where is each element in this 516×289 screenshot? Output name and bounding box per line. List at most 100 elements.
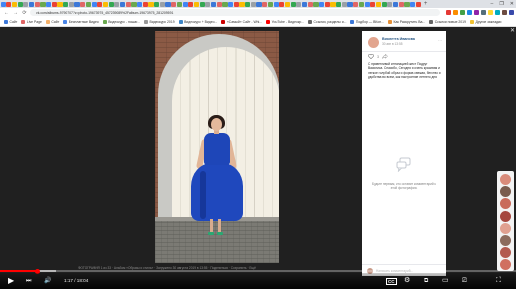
browser-tab[interactable] [188, 1, 194, 7]
browser-tab[interactable] [91, 1, 97, 7]
extension-icon[interactable] [460, 10, 465, 15]
browser-tab[interactable] [364, 1, 370, 7]
chat-head-avatar[interactable] [499, 174, 511, 185]
bookmark-item[interactable]: Видеокурс 2019 [143, 19, 175, 24]
author-avatar[interactable] [368, 37, 379, 48]
theater-mode-icon[interactable]: ▭ [442, 275, 449, 287]
browser-tab[interactable] [387, 1, 393, 7]
browser-tab[interactable] [108, 1, 114, 7]
url-field[interactable]: vk.com/albums-9790707?z=photo-19673975_4… [30, 9, 440, 16]
chat-head-avatar[interactable] [499, 186, 511, 198]
bookmark-item[interactable]: Ссылки новые 2019 [429, 19, 466, 24]
browser-tab[interactable] [97, 1, 103, 7]
bookmark-item[interactable]: «Самый» Сайт - Whi... [221, 19, 262, 24]
browser-tab[interactable] [353, 1, 359, 7]
photo[interactable] [155, 31, 279, 263]
bookmark-item[interactable]: Сайт [45, 19, 59, 24]
browser-tab[interactable] [256, 1, 262, 7]
browser-tab[interactable] [228, 1, 234, 7]
reload-icon[interactable]: ⟳ [22, 10, 27, 16]
browser-tab[interactable] [131, 1, 137, 7]
browser-tab[interactable] [176, 1, 182, 7]
browser-tab[interactable] [273, 1, 279, 7]
browser-tab[interactable] [57, 1, 63, 7]
play-icon[interactable]: ▶ [8, 275, 14, 287]
browser-tab[interactable] [222, 1, 228, 7]
browser-tab[interactable] [102, 1, 109, 7]
browser-tab[interactable] [319, 1, 325, 7]
browser-tab[interactable] [28, 1, 35, 7]
more-menu-icon[interactable]: ··· [438, 38, 442, 43]
browser-tab[interactable] [250, 1, 256, 7]
bookmark-item[interactable]: Live Page [21, 19, 42, 24]
chat-head-avatar[interactable] [499, 247, 511, 259]
browser-tab[interactable] [74, 1, 80, 7]
browser-tab[interactable] [336, 1, 342, 7]
browser-tab[interactable] [11, 1, 18, 7]
browser-tab[interactable] [23, 1, 29, 7]
bookmark-item[interactable]: Видеокурс - пошаг... [102, 19, 140, 24]
cc-icon[interactable]: CC [386, 278, 397, 285]
browser-tab[interactable] [307, 1, 313, 7]
extension-icon[interactable] [502, 10, 507, 15]
browser-tab[interactable] [233, 1, 239, 7]
extension-icon[interactable] [474, 10, 479, 15]
browser-tab[interactable] [262, 1, 268, 7]
cast-icon[interactable]: ⎚ [462, 275, 467, 287]
browser-tab[interactable] [171, 1, 177, 7]
extension-icon[interactable] [481, 10, 486, 15]
browser-tab[interactable] [51, 1, 57, 7]
post-date[interactable]: 30 авг в 13:55 [382, 42, 403, 46]
browser-tab[interactable] [375, 1, 382, 7]
browser-tab[interactable] [210, 1, 217, 7]
bookmark-item[interactable]: YouTube - Видеокр... [266, 19, 304, 24]
bookmark-item[interactable]: Видеокурс + Видео... [178, 19, 217, 24]
close-window-button[interactable]: ✕ [510, 1, 514, 7]
browser-tab[interactable] [415, 1, 421, 7]
browser-tab[interactable] [330, 1, 336, 7]
chat-head-avatar[interactable] [499, 235, 511, 246]
browser-tab[interactable] [154, 1, 160, 7]
extension-icon[interactable] [453, 10, 458, 15]
browser-tab[interactable] [125, 1, 131, 7]
browser-tab[interactable] [347, 1, 353, 7]
browser-tab[interactable] [6, 1, 12, 7]
minimize-button[interactable]: – [491, 1, 494, 7]
fullscreen-icon[interactable]: ⛶ [496, 275, 501, 287]
maximize-button[interactable]: ❐ [499, 1, 503, 7]
browser-tab[interactable] [284, 1, 291, 7]
settings-icon[interactable]: ⚙ [404, 275, 410, 287]
browser-tab[interactable] [290, 1, 296, 7]
bookmark-item[interactable]: Ссылки, разделы и... [308, 19, 346, 24]
extension-icon[interactable] [495, 10, 500, 15]
share-icon[interactable] [382, 54, 388, 59]
browser-tab[interactable] [381, 1, 387, 7]
browser-tab[interactable] [159, 1, 165, 7]
browser-tab[interactable] [17, 1, 23, 7]
bookmark-item[interactable]: Подбор — ВКон... [350, 19, 384, 24]
bookmark-item[interactable]: Бесплатные Видео [63, 19, 99, 24]
chat-head-avatar[interactable] [499, 198, 511, 210]
browser-tab[interactable] [119, 1, 126, 7]
browser-tab[interactable] [34, 1, 40, 7]
new-tab-button[interactable]: + [424, 1, 428, 7]
miniplayer-icon[interactable]: ⧉ [424, 275, 428, 287]
browser-tab[interactable] [313, 1, 319, 7]
browser-tab[interactable] [114, 1, 120, 7]
browser-tab[interactable] [0, 1, 6, 7]
browser-tab[interactable] [301, 1, 308, 7]
chat-head-avatar[interactable] [499, 210, 511, 222]
volume-icon[interactable]: 🔊 [44, 275, 51, 287]
browser-tab[interactable] [279, 1, 285, 7]
extension-icon[interactable] [467, 10, 472, 15]
browser-tab[interactable] [205, 1, 211, 7]
browser-tab[interactable] [296, 1, 302, 7]
browser-tab[interactable] [137, 1, 143, 7]
browser-tab[interactable] [63, 1, 69, 7]
extension-icon[interactable] [509, 10, 514, 15]
extension-icon[interactable] [488, 10, 493, 15]
heart-icon[interactable] [368, 54, 374, 59]
browser-tab[interactable] [193, 1, 200, 7]
browser-tab[interactable] [80, 1, 86, 7]
browser-tab[interactable] [46, 1, 52, 7]
